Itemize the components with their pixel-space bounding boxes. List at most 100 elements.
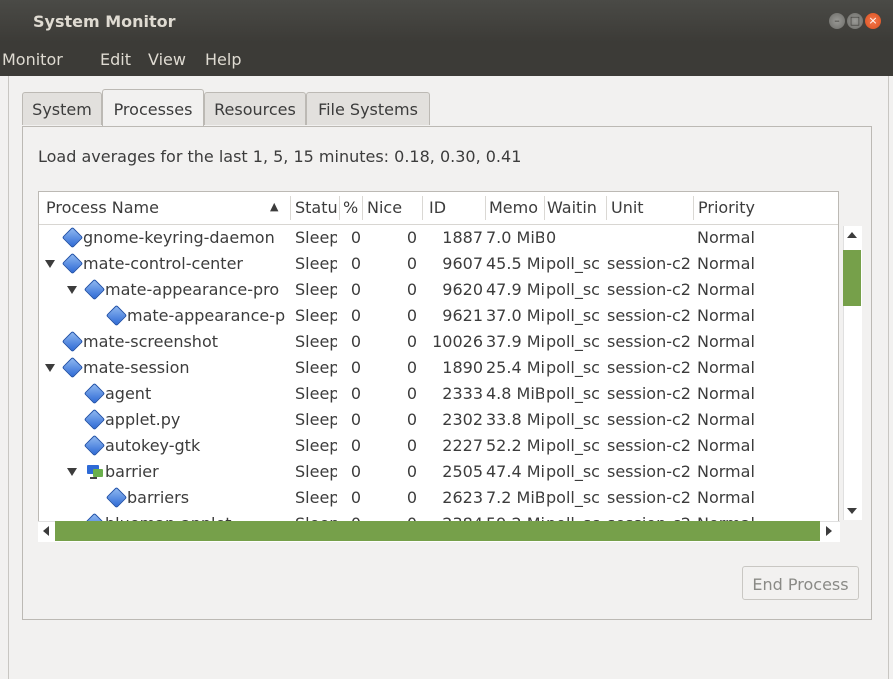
row-unit: session-c2 (607, 410, 691, 429)
vertical-scroll-thumb[interactable] (843, 250, 861, 306)
table-row[interactable]: autokey-gtkSleep00222752.2 MiBpoll_scses… (39, 434, 819, 460)
column-header: Process Name ▲ Statu % Nice ID Memo Wait… (39, 192, 838, 225)
row-unit: session-c2 (607, 280, 691, 299)
row-unit: session-c2 (607, 332, 691, 351)
expander-icon[interactable] (45, 364, 55, 372)
process-name: gnome-keyring-daemon (83, 228, 275, 247)
row-id: 2302 (442, 410, 483, 429)
tab-processes[interactable]: Processes (102, 89, 204, 126)
row-memory: 45.5 MiB (486, 254, 544, 273)
expander-icon[interactable] (45, 260, 55, 268)
row-cpu: 0 (350, 410, 361, 429)
row-unit: session-c2 (607, 462, 691, 481)
column-separator (606, 196, 607, 220)
table-row[interactable]: mate-appearance-pSleep00962137.0 MiBpoll… (39, 304, 819, 330)
column-separator (339, 196, 340, 220)
row-waiting: poll_sc (546, 488, 600, 507)
table-row[interactable]: gnome-keyring-daemon Sleep 0 0 1887 7.0 MiB 0 N… (39, 226, 819, 252)
row-memory: 7.0 MiB (486, 228, 544, 247)
scroll-down-icon[interactable] (847, 508, 857, 514)
row-waiting: poll_sc (546, 462, 600, 481)
col-process-name[interactable]: Process Name (46, 198, 276, 217)
process-name: mate-screenshot (83, 332, 219, 351)
row-cpu: 0 (350, 332, 361, 351)
row-unit: session-c2 (607, 436, 691, 455)
table-row[interactable]: applet.pySleep00230233.8 MiBpoll_scsessi… (39, 408, 819, 434)
row-waiting: poll_sc (546, 436, 600, 455)
row-priority: Normal (697, 332, 755, 351)
row-waiting: poll_sc (546, 384, 600, 403)
menu-bar: Monitor Edit View Help (0, 42, 893, 76)
row-priority: Normal (697, 410, 755, 429)
col-cpu[interactable]: % (343, 198, 361, 217)
process-tree[interactable]: Process Name ▲ Statu % Nice ID Memo Wait… (38, 191, 839, 541)
row-memory: 52.2 MiB (486, 436, 544, 455)
expander-icon[interactable] (67, 286, 77, 294)
maximize-button[interactable]: □ (847, 13, 863, 29)
row-priority: Normal (697, 228, 755, 247)
table-row[interactable]: mate-appearance-proSleep00962047.9 MiBpo… (39, 278, 819, 304)
column-separator (362, 196, 363, 220)
menu-edit[interactable]: Edit (100, 50, 131, 69)
row-cpu: 0 (350, 306, 361, 325)
table-row[interactable]: mate-sessionSleep00189025.4 MiBpoll_scse… (39, 356, 819, 382)
menu-view[interactable]: View (148, 50, 186, 69)
table-row[interactable]: barriers Sleep 0 0 2623 7.2 MiB poll_sc session… (39, 486, 819, 512)
process-name: agent (105, 384, 152, 403)
row-unit: session-c2 (607, 306, 691, 325)
process-name: mate-appearance-pro (105, 280, 280, 299)
column-separator (544, 196, 545, 220)
table-row[interactable]: mate-screenshotSleep001002637.9 MiBpoll_… (39, 330, 819, 356)
scroll-up-icon[interactable] (847, 232, 857, 238)
row-cpu: 0 (350, 488, 361, 507)
row-id: 9607 (442, 254, 483, 273)
table-row[interactable]: barrierSleep00250547.4 MiBpoll_scsession… (39, 460, 819, 486)
row-id: 2623 (442, 488, 483, 507)
row-id: 2505 (442, 462, 483, 481)
row-memory: 37.0 MiB (486, 306, 544, 325)
menu-monitor[interactable]: Monitor (2, 50, 63, 69)
row-memory: 25.4 MiB (486, 358, 544, 377)
row-waiting: poll_sc (546, 410, 600, 429)
process-name: autokey-gtk (105, 436, 201, 455)
row-cpu: 0 (350, 384, 361, 403)
minimize-icon: – (834, 14, 840, 27)
tab-file-systems[interactable]: File Systems (306, 92, 430, 125)
row-waiting: poll_sc (546, 358, 600, 377)
col-id[interactable]: ID (429, 198, 479, 217)
row-id: 2227 (442, 436, 483, 455)
horizontal-scroll-thumb[interactable] (55, 521, 820, 541)
row-id: 9621 (442, 306, 483, 325)
row-waiting: 0 (546, 228, 557, 247)
row-priority: Normal (697, 436, 755, 455)
process-icon (83, 382, 106, 405)
col-status[interactable]: Statu (295, 198, 337, 217)
close-button[interactable]: × (865, 13, 881, 29)
expander-icon[interactable] (67, 468, 77, 476)
row-id: 1887 (442, 228, 483, 247)
tab-resources[interactable]: Resources (204, 92, 306, 125)
col-unit[interactable]: Unit (611, 198, 691, 217)
row-priority: Normal (697, 488, 755, 507)
minimize-button[interactable]: – (829, 13, 845, 29)
process-icon (83, 408, 106, 431)
end-process-button[interactable]: End Process (742, 566, 859, 600)
col-priority[interactable]: Priority (698, 198, 788, 217)
row-priority: Normal (697, 358, 755, 377)
process-icon (83, 278, 106, 301)
row-cpu: 0 (350, 358, 361, 377)
table-row[interactable]: mate-control-centerSleep00960745.5 MiBpo… (39, 252, 819, 278)
scroll-left-icon[interactable] (43, 526, 49, 536)
table-row[interactable]: agent Sleep 0 0 2333 4.8 MiB poll_sc session-c2… (39, 382, 819, 408)
col-nice[interactable]: Nice (367, 198, 417, 217)
col-memory[interactable]: Memo (489, 198, 543, 217)
row-nice: 0 (406, 410, 417, 429)
process-name: mate-appearance-p (127, 306, 286, 325)
menu-help[interactable]: Help (205, 50, 241, 69)
row-memory: 37.9 MiB (486, 332, 544, 351)
column-separator (422, 196, 423, 220)
col-waiting[interactable]: Waitin (547, 198, 605, 217)
scroll-right-icon[interactable] (826, 526, 832, 536)
tab-system[interactable]: System (22, 92, 102, 125)
maximize-icon: □ (849, 14, 861, 27)
